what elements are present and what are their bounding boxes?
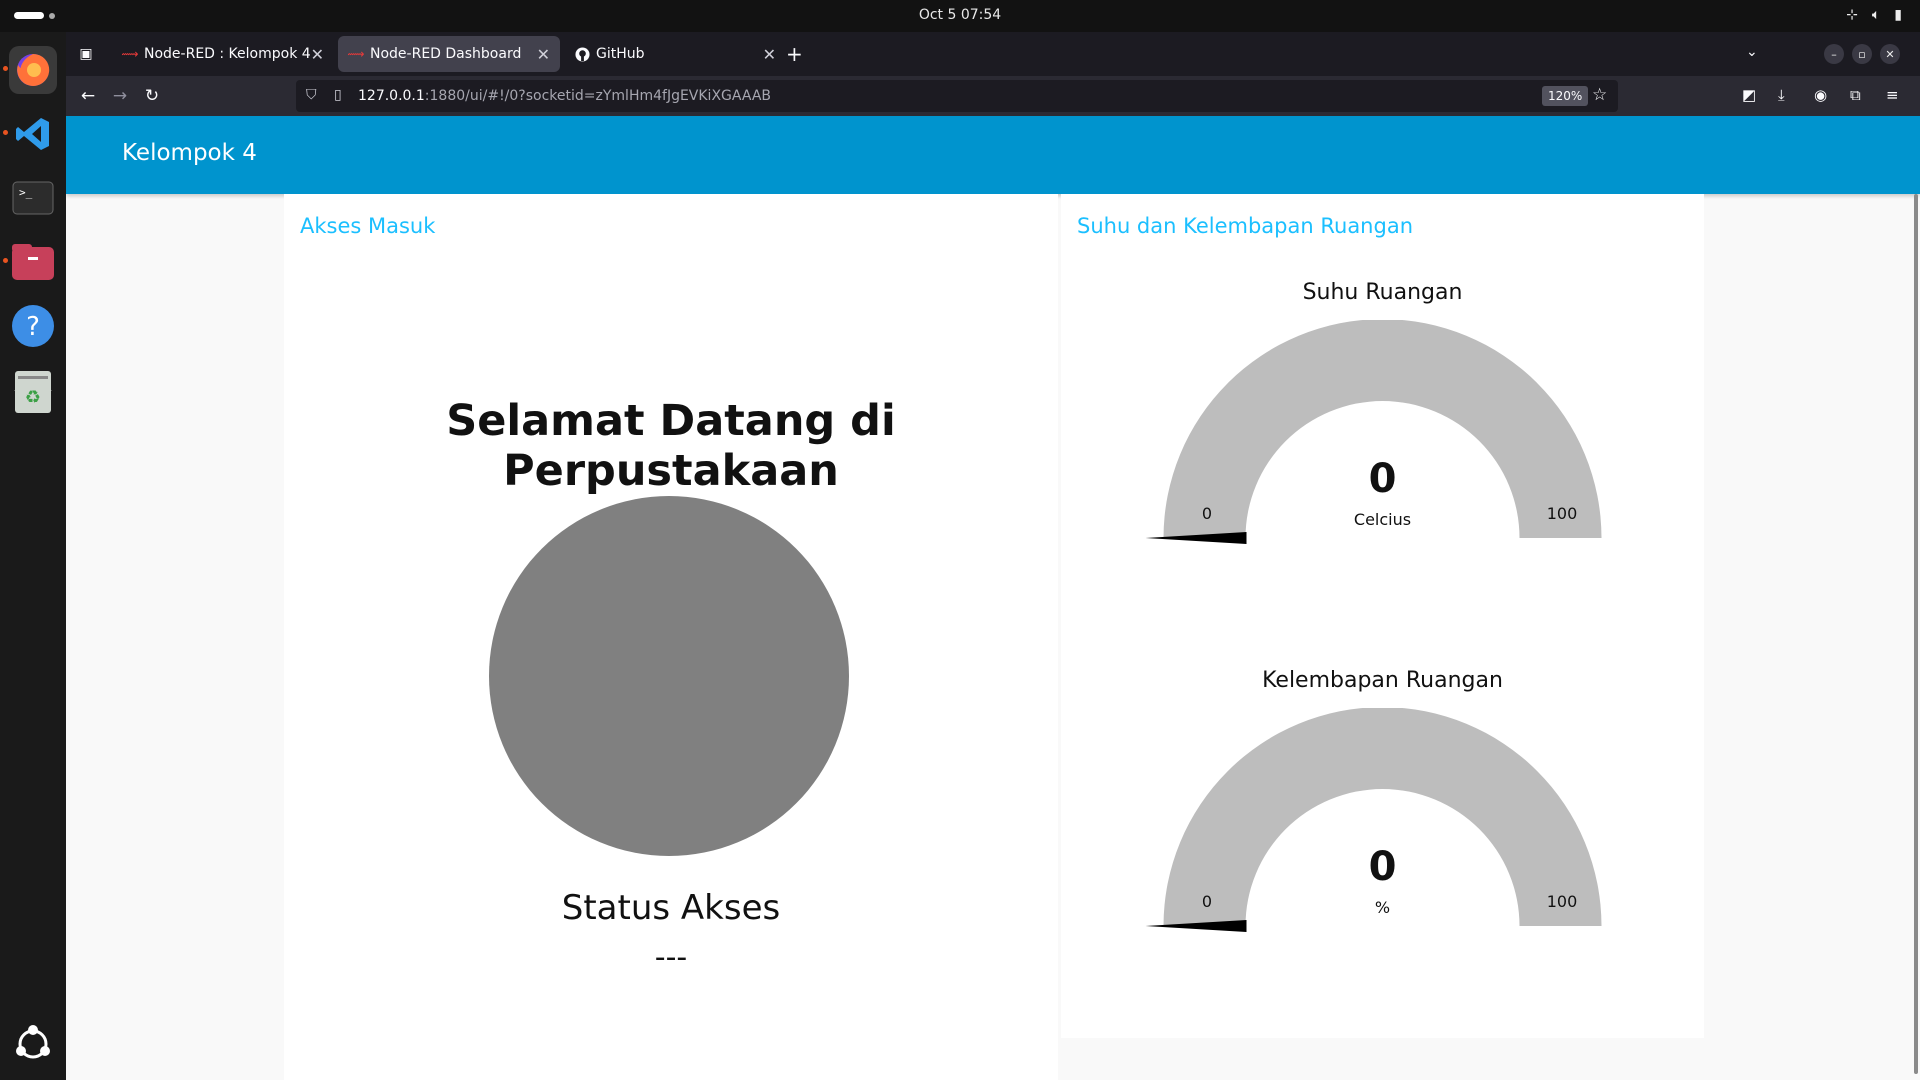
firefox-view-icon[interactable]: ▣ [74, 42, 98, 66]
status-akses-label: Status Akses [561, 888, 781, 928]
close-tab-icon[interactable]: ✕ [537, 45, 550, 64]
volume-icon: 🔈︎ [1871, 7, 1881, 23]
gauge-kelembapan-ruangan: Kelembapan Ruangan 0 % 0 100 [1061, 668, 1704, 968]
list-all-tabs-chevron-icon[interactable]: ⌄ [1746, 44, 1758, 60]
zoom-level-badge[interactable]: 120% [1542, 86, 1589, 106]
welcome-heading: Selamat Datang di Perpustakaan [446, 396, 896, 496]
gauge-min: 0 [1201, 504, 1213, 523]
close-window-button[interactable]: ✕ [1880, 44, 1900, 64]
dashboard-title: Kelompok 4 [122, 140, 257, 166]
page-info-icon[interactable]: ▯ [334, 87, 342, 103]
url-text[interactable]: 127.0.0.1:1880/ui/#!/0?socketid=zYmlHm4f… [358, 88, 771, 104]
tab-node-red-editor[interactable]: ⟿ Node-RED : Kelompok 4 ✕ [112, 36, 334, 72]
page-content: Kelompok 4 Akses Masuk Selamat Datang di… [66, 116, 1920, 1080]
firefox-icon[interactable] [9, 46, 57, 94]
close-tab-icon[interactable]: ✕ [311, 45, 324, 64]
status-akses-value: --- [654, 940, 688, 975]
gauge-units: Celcius [1353, 510, 1412, 529]
tab-bar: ▣ ⟿ Node-RED : Kelompok 4 ✕ ⟿ Node-RED D… [66, 32, 1920, 76]
battery-icon: ▮ [1894, 7, 1902, 23]
menu-icon[interactable]: ≡ [1886, 86, 1899, 104]
extensions-icon[interactable]: ⧉ [1850, 86, 1861, 104]
svg-text:♻: ♻ [25, 387, 41, 408]
group-suhu-kelembapan: Suhu dan Kelembapan Ruangan Suhu Ruangan… [1061, 194, 1704, 1038]
gauge-max: 100 [1546, 892, 1578, 911]
pocket-icon[interactable]: ◩ [1742, 86, 1756, 104]
tab-title: Node-RED : Kelompok 4 [144, 46, 311, 62]
shield-icon[interactable]: ⛉ [306, 87, 317, 103]
gauge-label: Kelembapan Ruangan [1262, 668, 1503, 693]
terminal-icon[interactable]: >_ [9, 174, 57, 222]
files-icon[interactable] [9, 238, 57, 286]
access-status-indicator [489, 496, 849, 856]
dock: >_ ? ♻ [0, 32, 66, 1080]
group-title-suhu-kelembapan: Suhu dan Kelembapan Ruangan [1077, 214, 1413, 238]
group-akses-masuk: Akses Masuk Selamat Datang di Perpustaka… [284, 194, 1058, 1080]
network-icon: ⊹ [1846, 7, 1858, 23]
node-red-icon: ⟿ [121, 47, 139, 61]
account-icon[interactable]: ◉ [1814, 86, 1827, 104]
tab-title: GitHub [596, 46, 645, 62]
page-scrollbar[interactable] [1914, 194, 1918, 1074]
dashboard-toolbar: Kelompok 4 [66, 116, 1920, 194]
close-tab-icon[interactable]: ✕ [763, 45, 776, 64]
gauge-value: 0 [1368, 844, 1397, 890]
back-arrow-icon[interactable]: ← [76, 84, 100, 108]
svg-text:?: ? [26, 312, 40, 342]
vscode-icon[interactable] [9, 110, 57, 158]
trash-icon[interactable]: ♻ [9, 368, 57, 416]
address-bar[interactable]: ⛉ ▯ 127.0.0.1:1880/ui/#!/0?socketid=zYml… [296, 80, 1618, 112]
gauge-suhu-ruangan: Suhu Ruangan 0 Celcius 0 100 [1061, 280, 1704, 580]
tab-title: Node-RED Dashboard [370, 46, 522, 62]
tab-node-red-dashboard[interactable]: ⟿ Node-RED Dashboard ✕ [338, 36, 560, 72]
group-title-akses-masuk: Akses Masuk [300, 214, 436, 238]
forward-arrow-icon[interactable]: → [108, 84, 132, 108]
node-red-dashboard-icon: ⟿ [347, 47, 365, 61]
navigation-toolbar: ← → ↻ ⛉ ▯ 127.0.0.1:1880/ui/#!/0?socketi… [66, 76, 1920, 116]
svg-text:>_: >_ [19, 186, 33, 199]
gauge-track [1163, 708, 1602, 926]
system-clock[interactable]: Oct 5 07:54 [0, 7, 1920, 23]
tab-github[interactable]: GitHub ✕ [564, 36, 786, 72]
reload-icon[interactable]: ↻ [140, 84, 164, 108]
gauge-max: 100 [1546, 504, 1578, 523]
minimize-button[interactable]: – [1824, 44, 1844, 64]
restore-button[interactable]: ▫ [1852, 44, 1872, 64]
gauge-units: % [1374, 898, 1391, 917]
browser-window: ▣ ⟿ Node-RED : Kelompok 4 ✕ ⟿ Node-RED D… [66, 32, 1920, 1080]
gauge-label: Suhu Ruangan [1302, 280, 1463, 305]
bookmark-star-icon[interactable]: ☆ [1592, 85, 1607, 105]
help-icon[interactable]: ? [9, 302, 57, 350]
system-tray[interactable]: ⊹ 🔈︎ ▮ [1846, 7, 1902, 23]
downloads-icon[interactable]: ⤓ [1778, 86, 1785, 104]
github-icon [574, 46, 590, 62]
gauge-track [1163, 320, 1602, 538]
gauge-min: 0 [1201, 892, 1213, 911]
system-top-bar: Oct 5 07:54 ⊹ 🔈︎ ▮ [0, 0, 1920, 32]
new-tab-button[interactable]: + [786, 42, 803, 66]
gauge-value: 0 [1368, 456, 1397, 502]
show-apps-icon[interactable] [9, 1020, 57, 1068]
